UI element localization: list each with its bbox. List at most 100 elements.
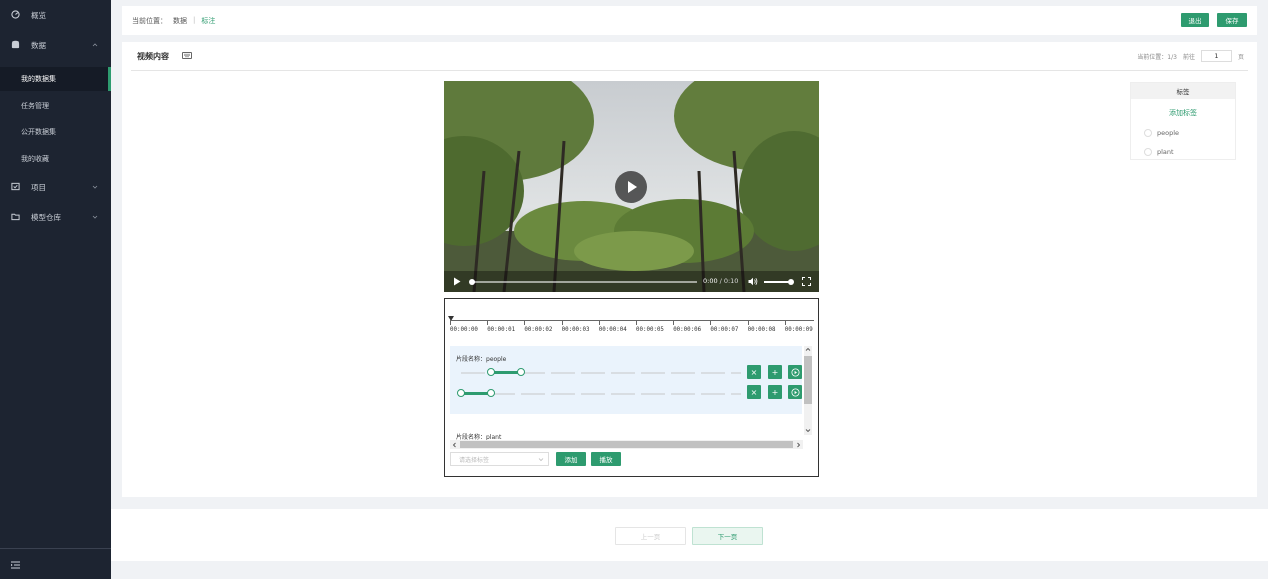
timeline-tick-label: 00:00:00 <box>450 327 478 333</box>
play-circle-icon <box>791 388 799 396</box>
segment-name-value: people <box>486 356 507 363</box>
timeline-tick-label: 00:00:06 <box>673 327 702 333</box>
tag-option-plant[interactable]: plant <box>1144 148 1174 156</box>
sidebar-item-label: 数据 <box>31 40 46 50</box>
timeline-ruler <box>450 320 814 321</box>
play-segment-button[interactable]: 播放 <box>591 452 621 466</box>
pagination-info: 当前位置：1/3 前往 1 页 <box>1137 50 1244 62</box>
volume-slider[interactable] <box>764 279 794 285</box>
sidebar-item-favorites[interactable]: 我的收藏 <box>0 147 111 171</box>
play-icon[interactable] <box>453 277 461 286</box>
tag-select[interactable]: 请选择标签 <box>450 452 549 466</box>
dashboard-icon <box>11 10 20 19</box>
sidebar-item-model-repo[interactable]: 模型仓库 <box>0 206 111 228</box>
exit-button[interactable]: 退出 <box>1181 13 1209 27</box>
chevron-up-icon[interactable] <box>805 347 811 352</box>
database-icon <box>11 40 20 49</box>
volume-knob[interactable] <box>788 279 794 285</box>
chevron-down-icon <box>92 185 98 189</box>
play-icon <box>628 181 637 193</box>
chevron-left-icon[interactable] <box>452 442 457 448</box>
sidebar-item-label: 项目 <box>31 182 46 192</box>
vertical-scroll-thumb[interactable] <box>804 356 812 404</box>
goto-label: 前往 <box>1182 53 1195 61</box>
range-start-handle[interactable] <box>487 368 495 376</box>
prev-page-button[interactable]: 上一页 <box>615 527 686 545</box>
video-time: 0:00 / 0:10 <box>703 277 738 285</box>
segment-track[interactable] <box>461 393 741 395</box>
keyboard-icon[interactable] <box>182 52 192 59</box>
range-end-handle[interactable] <box>517 368 525 376</box>
sidebar-item-task-management[interactable]: 任务管理 <box>0 94 111 118</box>
play-range-button[interactable] <box>788 365 802 379</box>
add-range-button[interactable]: + <box>768 365 782 379</box>
delete-range-button[interactable]: × <box>747 385 761 399</box>
timeline-tick-label: 00:00:02 <box>524 327 553 333</box>
chevron-down-icon <box>538 458 544 462</box>
timeline-tick <box>784 320 786 325</box>
timeline-tick-label: 00:00:04 <box>598 327 627 333</box>
segment-name: 片段名称：people <box>456 354 506 363</box>
breadcrumb-item-data[interactable]: 数据 <box>173 16 187 26</box>
chevron-right-icon[interactable] <box>796 442 801 448</box>
vertical-scrollbar[interactable] <box>804 346 812 435</box>
breadcrumb: 当前位置： 数据 | 标注 <box>132 16 215 26</box>
sidebar-item-projects[interactable]: 项目 <box>0 176 111 198</box>
add-segment-button[interactable]: 添加 <box>556 452 586 466</box>
menu-collapse-icon[interactable] <box>11 561 20 569</box>
sidebar-item-overview[interactable]: 概览 <box>0 4 111 26</box>
timeline-tick <box>710 320 712 325</box>
range-start-handle[interactable] <box>457 389 465 397</box>
timeline-tick <box>561 320 563 325</box>
chevron-down-icon[interactable] <box>805 428 811 433</box>
radio-button[interactable] <box>1144 129 1152 137</box>
video-player[interactable]: 0:00 / 0:10 <box>444 81 819 292</box>
video-progress-knob[interactable] <box>469 279 475 285</box>
volume-icon[interactable] <box>748 277 758 286</box>
segment-name-label: 片段名称： <box>456 356 487 363</box>
fullscreen-icon[interactable] <box>802 277 811 286</box>
pager-bar: 上一页 下一页 <box>111 509 1268 561</box>
tags-title: 标签 <box>1131 83 1235 99</box>
sidebar-item-my-datasets[interactable]: 我的数据集 <box>0 67 111 91</box>
horizontal-scrollbar[interactable] <box>450 440 803 449</box>
tag-option-people[interactable]: people <box>1144 129 1179 137</box>
timeline-tick-label: 00:00:09 <box>784 327 813 333</box>
timeline-tick <box>598 320 600 325</box>
tag-select-placeholder: 请选择标签 <box>459 456 490 464</box>
timeline-tick <box>636 320 637 325</box>
top-bar: 当前位置： 数据 | 标注 退出 保存 <box>122 6 1257 35</box>
sidebar-footer <box>0 548 111 579</box>
timeline-tick <box>747 320 749 325</box>
sidebar-item-label: 公开数据集 <box>21 128 56 136</box>
page-input[interactable]: 1 <box>1200 50 1232 62</box>
save-button[interactable]: 保存 <box>1217 13 1247 27</box>
duration: 0:10 <box>723 277 739 285</box>
sidebar-item-data[interactable]: 数据 <box>0 34 111 56</box>
tags-panel: 标签 添加标签 people plant <box>1130 82 1236 160</box>
panel-title: 视频内容 <box>137 52 169 61</box>
delete-range-button[interactable]: × <box>747 365 761 379</box>
timeline-tick-label: 00:00:03 <box>561 327 590 333</box>
sidebar-item-label: 我的数据集 <box>21 75 56 83</box>
timeline-editor: 00:00:00 00:00:01 00:00:02 00:00:03 00:00:04… <box>444 298 819 477</box>
big-play-button[interactable] <box>615 171 647 203</box>
horizontal-scroll-thumb[interactable] <box>460 441 793 448</box>
play-range-button[interactable] <box>788 385 802 399</box>
video-progress-bar[interactable] <box>469 279 697 285</box>
sidebar-item-label: 模型仓库 <box>31 212 61 222</box>
timeline-tick-label: 00:00:07 <box>710 327 739 333</box>
timeline-tick-label: 00:00:05 <box>636 327 664 333</box>
sidebar-item-public-datasets[interactable]: 公开数据集 <box>0 120 111 144</box>
divider <box>131 70 1248 71</box>
radio-button[interactable] <box>1144 148 1152 156</box>
project-icon <box>11 182 20 191</box>
sidebar: 概览 数据 我的数据集 任务管理 公开数据集 我的收藏 项目 模型仓库 <box>0 0 111 579</box>
timeline-tick <box>487 320 489 325</box>
add-range-button[interactable]: + <box>768 385 782 399</box>
breadcrumb-current: 标注 <box>201 17 216 25</box>
add-tag-link[interactable]: 添加标签 <box>1131 108 1235 118</box>
chevron-up-icon <box>92 43 98 47</box>
range-end-handle[interactable] <box>487 389 495 397</box>
next-page-button[interactable]: 下一页 <box>692 527 763 545</box>
